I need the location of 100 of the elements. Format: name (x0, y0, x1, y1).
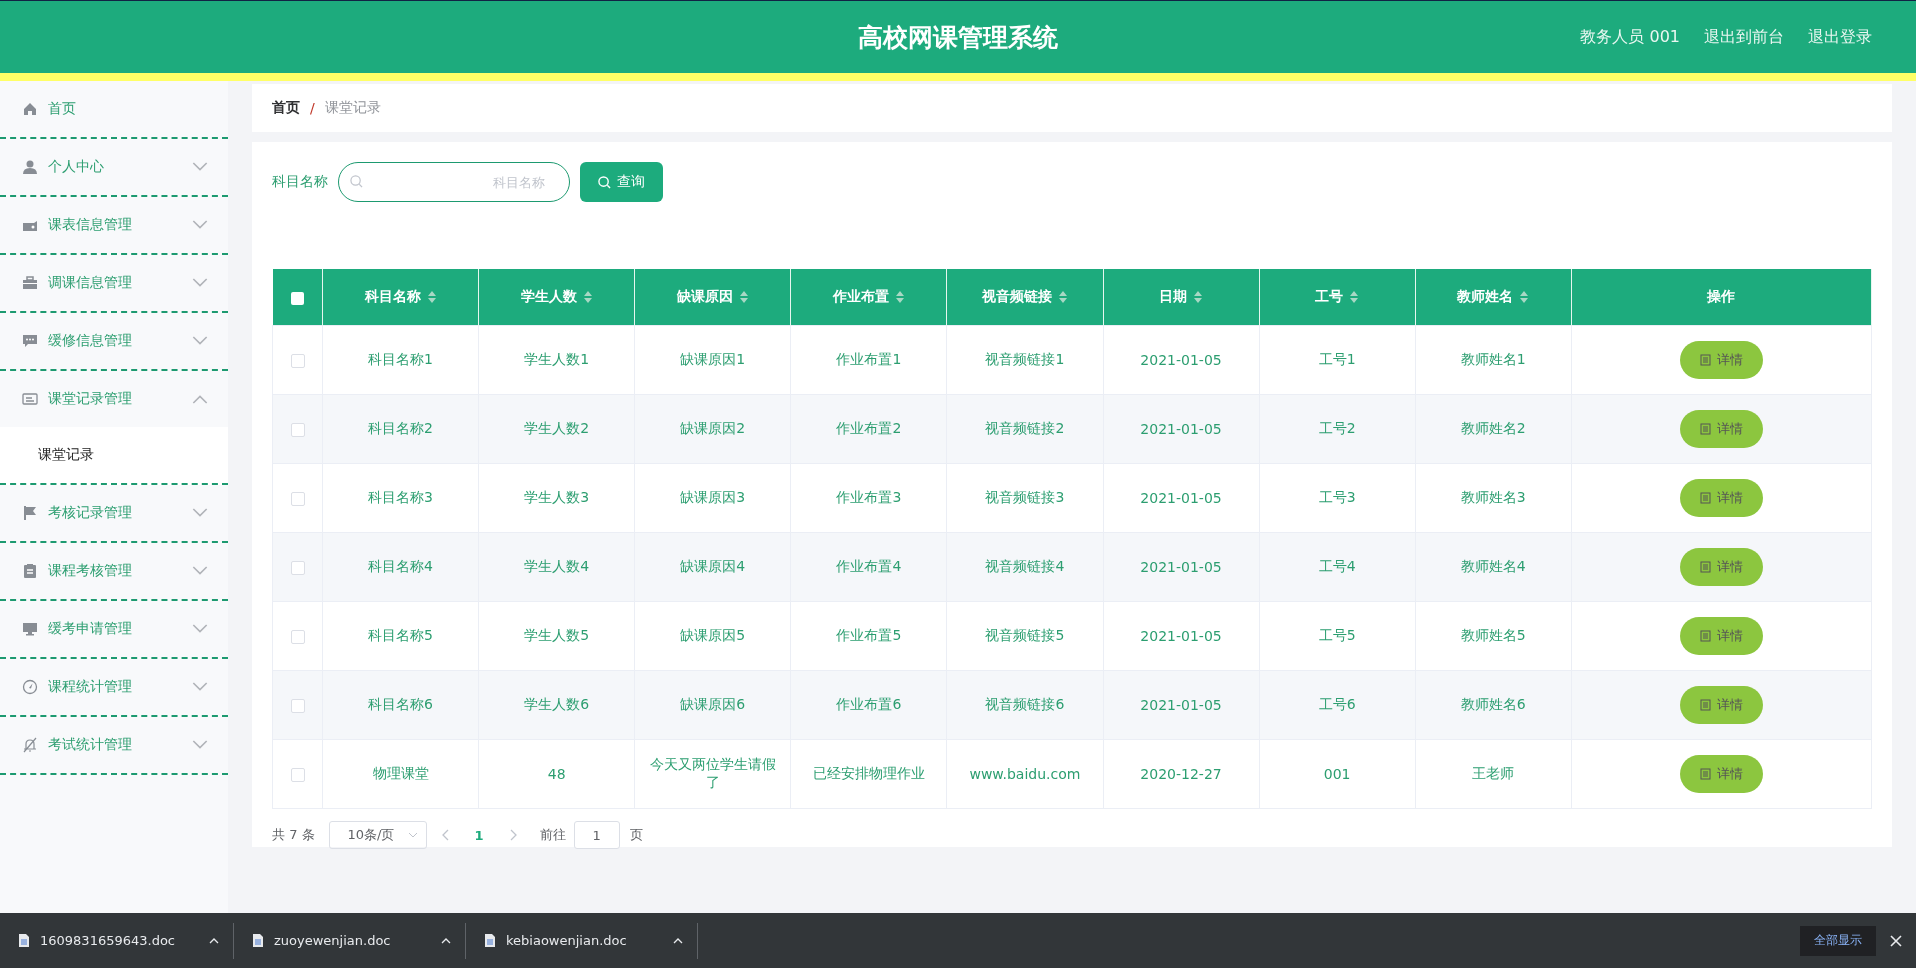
sort-icon[interactable] (738, 290, 749, 304)
table-cell: 2021-01-05 (1140, 697, 1222, 713)
sidebar-item[interactable]: 课表信息管理 (0, 197, 228, 255)
row-checkbox[interactable] (290, 561, 305, 575)
close-icon[interactable] (1890, 934, 1902, 947)
detail-button[interactable]: 详情 (1679, 686, 1763, 724)
table-cell: 作业布置2 (836, 420, 902, 436)
sidebar-item[interactable]: 首页 (0, 81, 228, 139)
table-cell: 科目名称3 (368, 489, 434, 505)
row-checkbox[interactable] (290, 699, 305, 713)
sort-icon[interactable] (894, 290, 905, 304)
sort-icon[interactable] (426, 290, 437, 304)
query-button[interactable]: 查询 (580, 162, 663, 202)
detail-button[interactable]: 详情 (1679, 548, 1763, 586)
detail-button[interactable]: 详情 (1679, 755, 1763, 793)
chevron-icon (407, 832, 418, 838)
table-cell: 视音频链接4 (985, 558, 1065, 574)
table-cell: 缺课原因6 (680, 696, 746, 712)
sort-icon[interactable] (582, 290, 593, 304)
sidebar-item[interactable]: 课程统计管理 (0, 659, 228, 717)
sidebar-item[interactable]: 个人中心 (0, 139, 228, 197)
table-cell: 作业布置6 (836, 696, 902, 712)
table-cell: 2020-12-27 (1140, 766, 1222, 782)
sidebar-item[interactable]: 调课信息管理 (0, 255, 228, 313)
sort-icon[interactable] (1193, 290, 1204, 304)
column-header[interactable]: 学生人数 (520, 288, 577, 304)
document-icon (1699, 492, 1711, 504)
table-cell: 视音频链接1 (985, 351, 1065, 367)
table-cell: 2021-01-05 (1140, 559, 1222, 575)
row-checkbox[interactable] (290, 492, 305, 506)
row-checkbox[interactable] (290, 354, 305, 368)
header-link[interactable]: 退出到前台 (1704, 26, 1784, 48)
document-icon (1699, 423, 1711, 435)
table-cell: 教师姓名2 (1460, 420, 1526, 436)
table-cell: 教师姓名6 (1460, 696, 1526, 712)
table-cell: 工号4 (1318, 558, 1356, 574)
goto-label: 前往 (539, 826, 566, 844)
sidebar-item[interactable]: 考核记录管理 (0, 485, 228, 543)
page-size-select[interactable]: 10条/页 (328, 821, 427, 849)
table-cell: 2021-01-05 (1140, 421, 1222, 437)
caret-icon[interactable] (673, 937, 683, 944)
download-item[interactable]: zuoyewenjian.doc (234, 922, 466, 959)
table-cell: 学生人数6 (524, 696, 590, 712)
briefcase-icon (22, 275, 38, 291)
table-cell: 001 (1323, 766, 1351, 782)
detail-button[interactable]: 详情 (1679, 341, 1763, 379)
caret-icon[interactable] (209, 937, 219, 944)
monitor-icon (22, 621, 38, 637)
table-cell: 2021-01-05 (1140, 490, 1222, 506)
table-cell: 48 (547, 766, 566, 782)
row-checkbox[interactable] (290, 423, 305, 437)
total-count: 共 7 条 (272, 826, 315, 844)
detail-button[interactable]: 详情 (1679, 410, 1763, 448)
column-header[interactable]: 缺课原因 (676, 288, 733, 304)
detail-button[interactable]: 详情 (1679, 479, 1763, 517)
document-icon (1699, 699, 1711, 711)
page-number[interactable]: 1 (464, 827, 494, 843)
breadcrumb-item[interactable]: 首页 (272, 99, 300, 117)
caret-icon[interactable] (441, 937, 451, 944)
row-checkbox[interactable] (290, 768, 305, 782)
sort-icon[interactable] (1057, 290, 1068, 304)
sidebar-item[interactable]: 缓修信息管理 (0, 313, 228, 371)
card-icon (22, 391, 38, 407)
prev-page-icon[interactable] (440, 829, 451, 841)
page-input[interactable]: 1 (573, 821, 620, 849)
column-header[interactable]: 作业布置 (832, 288, 889, 304)
table-cell: 工号6 (1318, 696, 1356, 712)
sort-icon[interactable] (1519, 290, 1530, 304)
sidebar-item[interactable]: 考试统计管理 (0, 717, 228, 775)
sort-icon[interactable] (1349, 290, 1360, 304)
sidebar-subitem[interactable]: 课堂记录 (0, 427, 228, 485)
column-header[interactable]: 日期 (1159, 288, 1188, 304)
header-link[interactable]: 退出登录 (1808, 26, 1872, 48)
download-item[interactable]: 1609831659643.doc (0, 922, 234, 959)
column-header[interactable]: 工号 (1315, 288, 1344, 304)
table-cell: 工号1 (1318, 351, 1356, 367)
column-header[interactable]: 教师姓名 (1457, 288, 1514, 304)
search-field[interactable]: 科目名称 (338, 162, 570, 202)
document-icon (252, 933, 264, 948)
sidebar-item[interactable]: 缓考申请管理 (0, 601, 228, 659)
column-header[interactable]: 科目名称 (364, 288, 421, 304)
table-cell: www.baidu.com (969, 766, 1081, 782)
table-cell: 视音频链接3 (985, 489, 1065, 505)
row-checkbox[interactable] (290, 630, 305, 644)
document-icon (18, 933, 30, 948)
user-label: 教务人员 001 (1580, 26, 1680, 48)
select-all-checkbox[interactable] (290, 291, 304, 305)
table-cell: 作业布置1 (836, 351, 902, 367)
detail-button[interactable]: 详情 (1679, 617, 1763, 655)
download-item[interactable]: kebiaowenjian.doc (466, 922, 698, 959)
column-header[interactable]: 视音频链接 (981, 288, 1052, 304)
table-cell: 教师姓名3 (1460, 489, 1526, 505)
table-cell: 缺课原因2 (680, 420, 746, 436)
table-cell: 教师姓名5 (1460, 627, 1526, 643)
breadcrumb-separator: / (310, 100, 315, 116)
sidebar-item[interactable]: 课堂记录管理 (0, 371, 228, 427)
document-icon (1699, 630, 1711, 642)
show-all-button[interactable]: 全部显示 (1800, 925, 1876, 956)
sidebar-item[interactable]: 课程考核管理 (0, 543, 228, 601)
table-cell: 物理课堂 (372, 765, 429, 781)
